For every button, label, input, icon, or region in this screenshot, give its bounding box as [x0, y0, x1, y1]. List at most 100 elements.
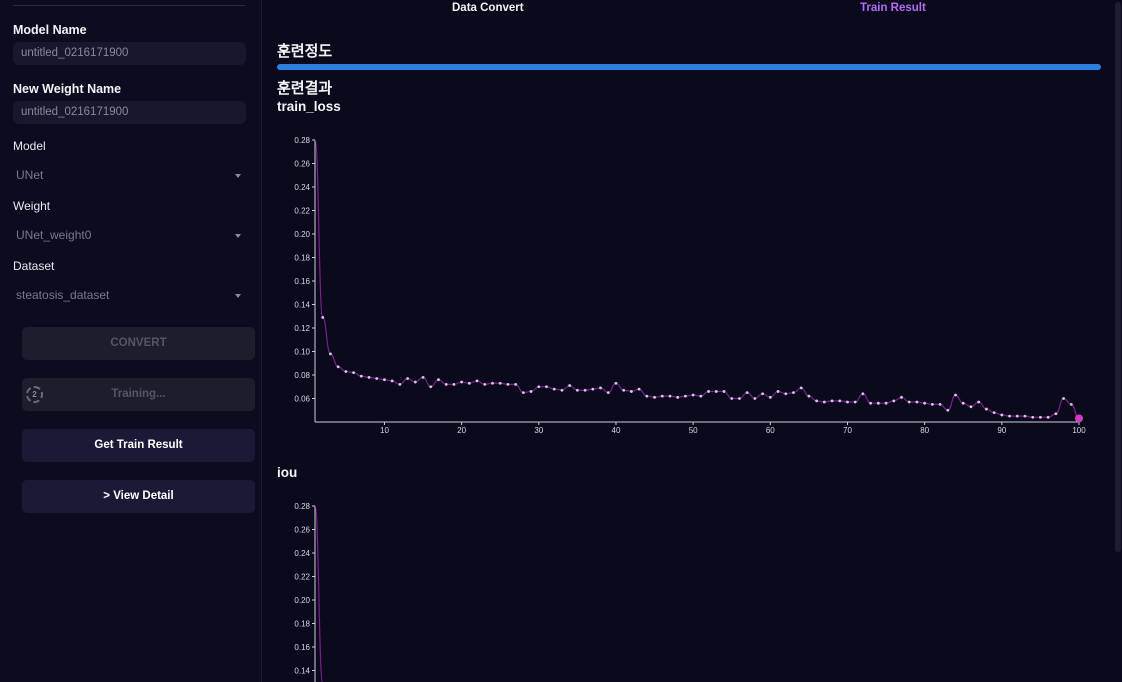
data-point	[792, 391, 795, 395]
data-point	[637, 387, 641, 391]
data-point	[961, 401, 965, 405]
weight-label: Weight	[13, 199, 51, 213]
data-point	[1008, 414, 1011, 418]
data-point	[1046, 415, 1050, 419]
data-point	[614, 381, 618, 385]
convert-button[interactable]: CONVERT	[22, 327, 255, 360]
spinner-count: 2	[32, 390, 37, 399]
data-point	[938, 402, 942, 406]
data-point	[977, 400, 981, 404]
y-tick-label: 0.24	[294, 549, 310, 558]
data-point	[653, 395, 656, 399]
data-point	[1031, 415, 1035, 419]
training-button[interactable]: 2 Training...	[22, 378, 255, 411]
x-tick-label: 90	[997, 426, 1006, 435]
data-point	[483, 383, 487, 386]
y-tick-label: 0.08	[294, 371, 310, 380]
data-point	[992, 411, 996, 414]
tab-data-convert[interactable]: Data Convert	[452, 2, 524, 14]
data-point	[591, 387, 595, 391]
y-tick-label: 0.16	[294, 277, 310, 286]
x-tick-label: 60	[766, 426, 775, 435]
progress-title: 훈련정도	[277, 43, 333, 60]
y-tick-label: 0.14	[294, 667, 310, 676]
view-detail-button[interactable]: > View Detail	[22, 480, 255, 513]
y-tick-label: 0.28	[294, 502, 310, 511]
data-point	[1023, 414, 1027, 418]
data-point	[429, 385, 433, 389]
x-tick-label: 30	[534, 426, 543, 435]
series-line	[314, 139, 1080, 420]
train-loss-chart: 0.06 0.08 0.10 0.12 0.14 0.16 0.18 0.20 0.22 0.24…	[294, 136, 1086, 435]
weight-name-label: New Weight Name	[13, 82, 122, 96]
data-point	[437, 378, 440, 382]
data-point	[722, 390, 726, 393]
y-tick-label: 0.28	[294, 136, 310, 145]
chevron-down-icon	[235, 234, 241, 238]
data-point	[506, 383, 510, 386]
data-point	[714, 390, 718, 393]
model-select-value: UNet	[16, 168, 44, 182]
data-point	[568, 384, 572, 387]
x-tick-label: 40	[612, 426, 621, 435]
weight-name-input[interactable]: untitled_0216171900	[13, 101, 246, 124]
data-point	[1054, 412, 1058, 416]
data-point	[1015, 414, 1019, 418]
data-point	[359, 374, 363, 378]
data-point	[352, 371, 355, 375]
data-point	[745, 391, 749, 395]
data-point	[413, 380, 417, 384]
tab-train-result[interactable]: Train Result	[860, 2, 926, 14]
data-point	[892, 399, 896, 403]
data-point	[846, 400, 849, 404]
main-content: Data Convert Train Result 훈련정도 훈련결과 trai…	[262, 0, 1114, 682]
data-point	[321, 316, 325, 319]
data-point	[684, 394, 687, 398]
data-point	[838, 399, 842, 403]
y-tick-label: 0.22	[294, 207, 310, 216]
x-tick-label: 10	[380, 426, 389, 435]
model-select[interactable]: UNet	[13, 165, 246, 187]
scrollbar[interactable]	[1114, 0, 1122, 682]
data-point	[969, 405, 973, 409]
highlight-point	[1075, 414, 1083, 423]
data-point	[853, 400, 857, 404]
dataset-select[interactable]: steatosis_dataset	[13, 285, 246, 307]
data-point	[545, 385, 548, 389]
y-tick-label: 0.10	[294, 348, 310, 357]
data-point	[514, 383, 518, 386]
data-point	[1000, 413, 1004, 417]
data-point	[900, 395, 903, 399]
series-line	[314, 505, 323, 682]
weight-select[interactable]: UNet_weight0	[13, 225, 246, 247]
data-point	[807, 394, 811, 398]
data-point	[907, 400, 911, 404]
data-point	[491, 381, 494, 385]
model-name-input[interactable]: untitled_0216171900	[13, 42, 246, 65]
model-label: Model	[13, 139, 46, 153]
chevron-down-icon	[235, 294, 241, 298]
data-point	[753, 397, 757, 400]
data-point	[776, 390, 780, 393]
data-point	[560, 388, 564, 392]
get-train-result-button[interactable]: Get Train Result	[22, 429, 255, 462]
data-point	[930, 402, 934, 406]
dataset-label: Dataset	[13, 259, 55, 273]
weight-select-value: UNet_weight0	[16, 228, 92, 242]
data-point	[923, 401, 927, 405]
data-point	[467, 381, 471, 385]
x-tick-label: 20	[457, 426, 466, 435]
data-point	[630, 390, 633, 393]
y-tick-label: 0.20	[294, 230, 310, 239]
data-point	[660, 394, 664, 398]
data-point	[329, 352, 332, 356]
sidebar-divider	[13, 5, 245, 6]
sidebar: Model Name untitled_0216171900 New Weigh…	[0, 0, 262, 682]
data-point	[954, 393, 957, 397]
scrollbar-thumb[interactable]	[1115, 2, 1121, 552]
data-point	[1039, 415, 1042, 419]
data-point	[599, 386, 602, 390]
data-point	[552, 387, 556, 391]
x-tick-label: 70	[843, 426, 852, 435]
data-point	[946, 408, 950, 412]
